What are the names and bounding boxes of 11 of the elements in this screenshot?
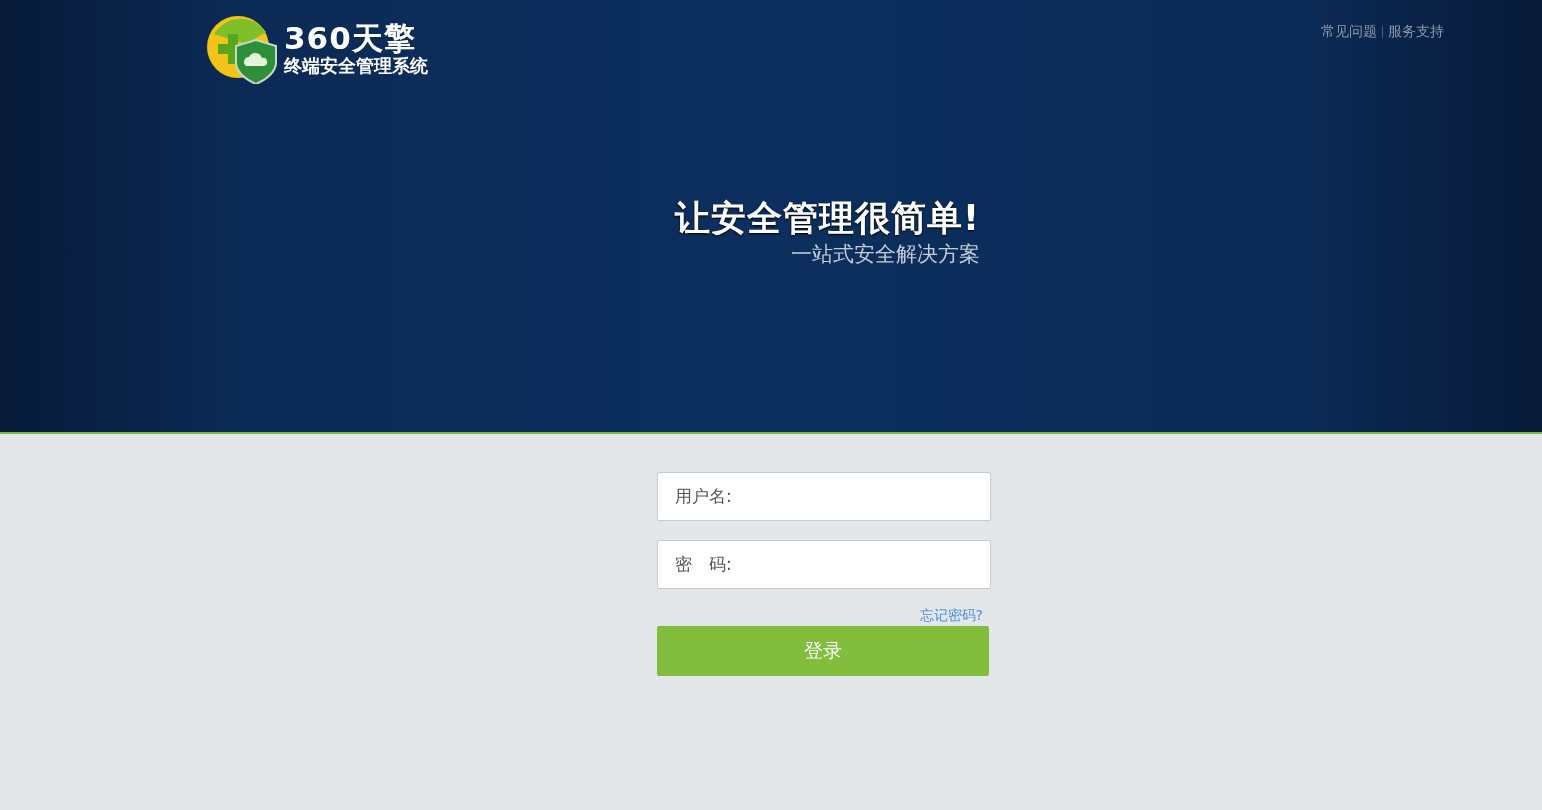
logo-title: 360天擎	[284, 23, 417, 54]
logo-icon	[206, 14, 278, 84]
field-label: 用户名:	[675, 485, 732, 508]
header-link[interactable]: 服务支持	[1388, 23, 1444, 41]
tagline: 一站式安全解决方案	[791, 242, 980, 268]
input-field[interactable]: 用户名:	[657, 472, 991, 521]
header-link[interactable]: 常见问题	[1321, 23, 1377, 41]
logo-subtitle: 终端安全管理系统	[284, 57, 428, 75]
headline: 让安全管理很简单!	[675, 197, 980, 239]
field-label: 密 码:	[675, 553, 732, 576]
input-field[interactable]: 密 码:	[657, 540, 991, 589]
